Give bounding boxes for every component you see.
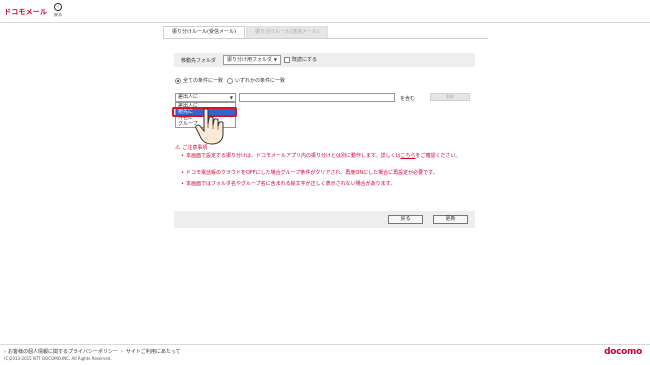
docomo-logo: docomo (604, 347, 642, 357)
header-divider (0, 22, 650, 23)
note-item: • 本画面ではフォルダ名やグループ名に含まれる絵文字が正しく表示されない場合があり… (181, 181, 476, 188)
folder-row: 移動先フォルダ 振り分け用フォルダ ▼ 既読にする (174, 53, 475, 67)
notes-title-text: ご注意事項 (182, 145, 208, 151)
match-any-label: いずれかの条件に一致 (235, 78, 286, 84)
folder-label: 移動先フォルダ (181, 58, 217, 64)
chevron-down-icon: ▼ (229, 95, 233, 100)
update-button[interactable]: 更新 (433, 215, 468, 224)
match-radio-group: 全ての条件に一致 いずれかの条件に一致 (175, 77, 289, 84)
mark-read-option[interactable]: 既読にする (284, 56, 317, 63)
match-all-option[interactable]: 全ての条件に一致 (175, 77, 223, 84)
back-action-button[interactable]: 戻る (388, 215, 423, 224)
note-item: • ドコモ電話帳のクラウドをOFFにした場合グループ条件がクリアされ、再度ONにし… (181, 170, 476, 177)
mark-read-checkbox[interactable] (284, 56, 290, 63)
details-link[interactable]: こちら (400, 153, 415, 159)
condition-text-input[interactable] (239, 93, 395, 102)
back-button[interactable]: ‹ 戻る (50, 3, 66, 21)
chevron-right-icon: › (120, 348, 123, 355)
folder-select-value: 振り分け用フォルダ (227, 57, 273, 63)
bullet-icon: • (181, 181, 184, 187)
back-label: 戻る (54, 12, 62, 17)
match-any-option[interactable]: いずれかの条件に一致 (227, 77, 285, 84)
footer-links: › お客様の個人情報に関するプライバシーポリシー › サイトご利用にあたって (4, 348, 181, 356)
privacy-policy-link[interactable]: お客様の個人情報に関するプライバシーポリシー (8, 348, 118, 355)
note-text: 本画面ではフォルダ名やグループ名に含まれる絵文字が正しく表示されない場合がありま… (185, 181, 396, 187)
warning-icon: ⚠ (175, 144, 181, 151)
tab-inbox-rules[interactable]: 振り分けルール(受信メール) (163, 26, 245, 38)
terms-link[interactable]: サイトご利用にあたって (126, 348, 181, 355)
note-item: • 本画面で設定する振り分けは、ドコモメールアプリ内の振り分けとは別に動作します。… (181, 153, 476, 160)
app-header: ドコモメール ‹ 戻る (0, 0, 650, 22)
condition-field-select[interactable]: 差出人に ▼ (175, 93, 236, 102)
footer-divider (0, 344, 650, 345)
note-text: ドコモ電話帳のクラウドをOFFにした場合グループ条件がクリアされ、再度ONにした… (185, 170, 438, 176)
mark-read-label: 既読にする (292, 57, 318, 63)
match-any-radio[interactable] (227, 77, 234, 84)
tab-sent-rules[interactable]: 振り分けルール(送信メール) (246, 26, 328, 38)
bullet-icon: • (181, 153, 184, 159)
pointing-hand-icon (195, 108, 224, 145)
delete-condition-button[interactable]: 削除 (430, 93, 470, 101)
contains-label: を含む (400, 96, 416, 102)
note-text: 本画面で設定する振り分けは、ドコモメールアプリ内の振り分けとは別に動作します。詳… (185, 153, 401, 159)
back-arrow-icon: ‹ (54, 3, 62, 11)
chevron-down-icon: ▼ (273, 57, 277, 62)
copyright: (C)2013-2015 NTT DOCOMO,INC. All Rights … (4, 356, 112, 361)
docomo-mail-logo: ドコモメール (4, 8, 48, 16)
action-bar: 戻る 更新 (174, 211, 475, 228)
bullet-icon: • (181, 170, 184, 176)
chevron-right-icon: › (4, 348, 6, 355)
tab-divider (163, 38, 488, 39)
match-all-label: 全ての条件に一致 (183, 78, 224, 84)
folder-select[interactable]: 振り分け用フォルダ ▼ (223, 55, 281, 65)
note-text-after: をご確認ください。 (415, 153, 461, 159)
match-all-radio[interactable] (175, 77, 181, 84)
notes-title: ⚠ ご注意事項 (175, 144, 207, 151)
condition-field-value: 差出人に (178, 94, 199, 100)
